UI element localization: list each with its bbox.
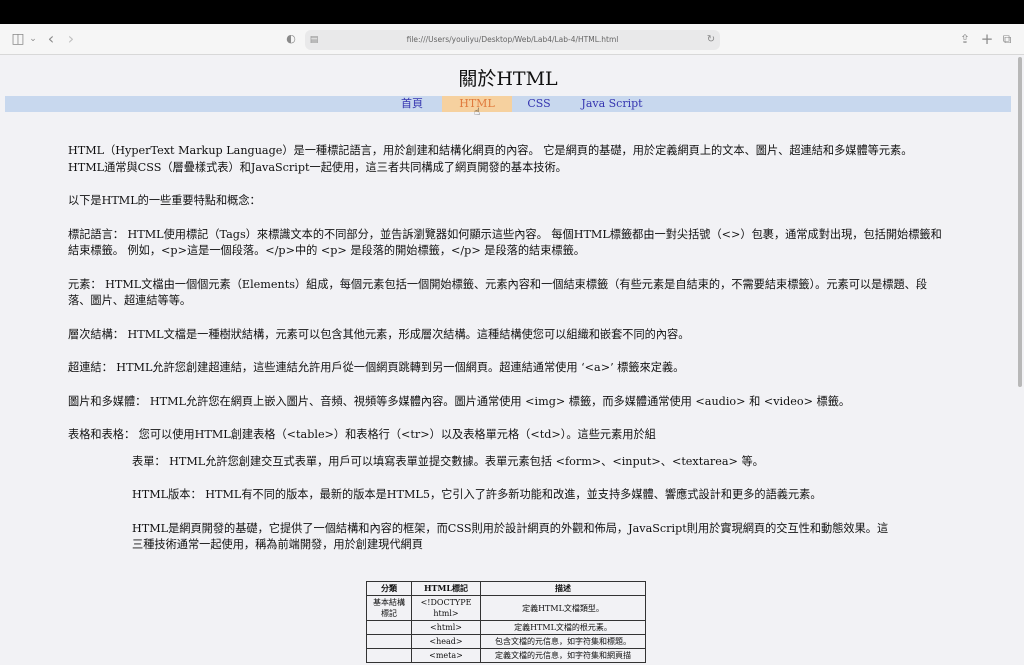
system-top-bar: [0, 0, 1024, 24]
page-title: 關於HTML: [458, 68, 558, 90]
main-content: HTML（HyperText Markup Language）是一種標記語言，用…: [68, 143, 948, 571]
address-bar[interactable]: ▤ file:///Users/youliyu/Desktop/Web/Lab4…: [305, 30, 720, 50]
table-header: HTML標記: [411, 581, 481, 596]
chevron-down-icon[interactable]: ⌄: [28, 30, 38, 48]
table-cell: <meta>: [411, 648, 481, 663]
table-cell: 定義文檔的元信息，如字符集和網頁描: [480, 648, 646, 663]
versions-paragraph: HTML版本： HTML有不同的版本，最新的版本是HTML5，它引入了許多新功能…: [132, 488, 822, 501]
table-row: 基本結構標記 <!DOCTYPE html> 定義HTML文檔類型。: [366, 595, 646, 621]
table-cell: <!DOCTYPE html>: [411, 595, 481, 621]
url-text[interactable]: file:///Users/youliyu/Desktop/Web/Lab4/L…: [305, 30, 720, 50]
table-cell: [366, 634, 412, 649]
hyperlink-paragraph: 超連結： HTML允許您創建超連結，這些連結允許用戶從一個網頁跳轉到另一個網頁。…: [68, 361, 685, 374]
table-row: <head> 包含文檔的元信息，如字符集和標題。: [366, 634, 646, 649]
pointer-cursor-icon: ☝: [474, 107, 481, 118]
table-header-row: 分類 HTML標記 描述: [366, 581, 646, 596]
table-cell: <head>: [411, 634, 481, 649]
intro-paragraph: HTML（HyperText Markup Language）是一種標記語言，用…: [68, 144, 913, 174]
table-row: <meta> 定義文檔的元信息，如字符集和網頁描: [366, 648, 646, 663]
nav-css[interactable]: CSS: [517, 96, 561, 112]
nav-home[interactable]: 首頁: [387, 96, 437, 112]
tab-overview-icon[interactable]: ⧉: [1000, 30, 1014, 48]
vertical-scrollbar[interactable]: [1016, 55, 1024, 665]
media-paragraph: 圖片和多媒體： HTML允許您在網頁上嵌入圖片、音頻、視頻等多媒體內容。圖片通常…: [68, 394, 851, 408]
forward-icon[interactable]: ›: [64, 30, 78, 48]
html-tags-table: 分類 HTML標記 描述 基本結構標記 <!DOCTYPE html> 定義HT…: [366, 581, 646, 663]
table-cell: [366, 648, 412, 663]
sidebar-toggle-icon[interactable]: ◫: [10, 30, 26, 48]
share-icon[interactable]: ⇪: [958, 30, 972, 48]
hierarchy-paragraph: 層次結構： HTML文檔是一種樹狀結構，元素可以包含其他元素，形成層次結構。這種…: [68, 327, 690, 341]
nav-javascript[interactable]: Java Script: [572, 96, 652, 112]
new-tab-icon[interactable]: +: [980, 30, 994, 48]
nav-bar: 首頁 HTML CSS Java Script: [5, 96, 1011, 112]
table-cell: <html>: [411, 620, 481, 635]
back-icon[interactable]: ‹: [44, 30, 58, 48]
table-cell: 基本結構標記: [366, 595, 412, 621]
table-header: 分類: [366, 581, 412, 596]
table-row: <html> 定義HTML文檔的根元素。: [366, 620, 646, 635]
reload-icon[interactable]: ↻: [705, 31, 717, 49]
summary-paragraph: HTML是網頁開發的基礎，它提供了一個結構和內容的框架，而CSS則用於設計網頁的…: [132, 521, 889, 552]
markup-paragraph: 標記語言： HTML使用標記（Tags）來標識文本的不同部分，並告訴瀏覽器如何顯…: [68, 227, 942, 258]
table-cell: [366, 620, 412, 635]
web-page: 關於HTML 首頁 HTML CSS Java Script ☝ HTML（Hy…: [0, 55, 1016, 665]
privacy-shield-icon[interactable]: ◐: [284, 30, 298, 48]
scrollbar-thumb[interactable]: [1018, 57, 1022, 387]
forms-paragraph: 表單： HTML允許您創建交互式表單，用戶可以填寫表單並提交數據。表單元素包括 …: [132, 454, 764, 468]
table-header: 描述: [480, 581, 646, 596]
table-cell: 定義HTML文檔類型。: [480, 595, 646, 621]
elements-paragraph: 元素： HTML文檔由一個個元素（Elements）組成，每個元素包括一個開始標…: [68, 277, 928, 308]
browser-toolbar: ◫ ⌄ ‹ › ◐ ▤ file:///Users/youliyu/Deskto…: [0, 24, 1024, 55]
table-cell: 定義HTML文檔的根元素。: [480, 620, 646, 635]
features-intro: 以下是HTML的一些重要特點和概念：: [68, 194, 261, 207]
tables-paragraph: 表格和表格： 您可以使用HTML創建表格（<table>）和表格行（<tr>）以…: [68, 428, 656, 441]
table-cell: 包含文檔的元信息，如字符集和標題。: [480, 634, 646, 649]
